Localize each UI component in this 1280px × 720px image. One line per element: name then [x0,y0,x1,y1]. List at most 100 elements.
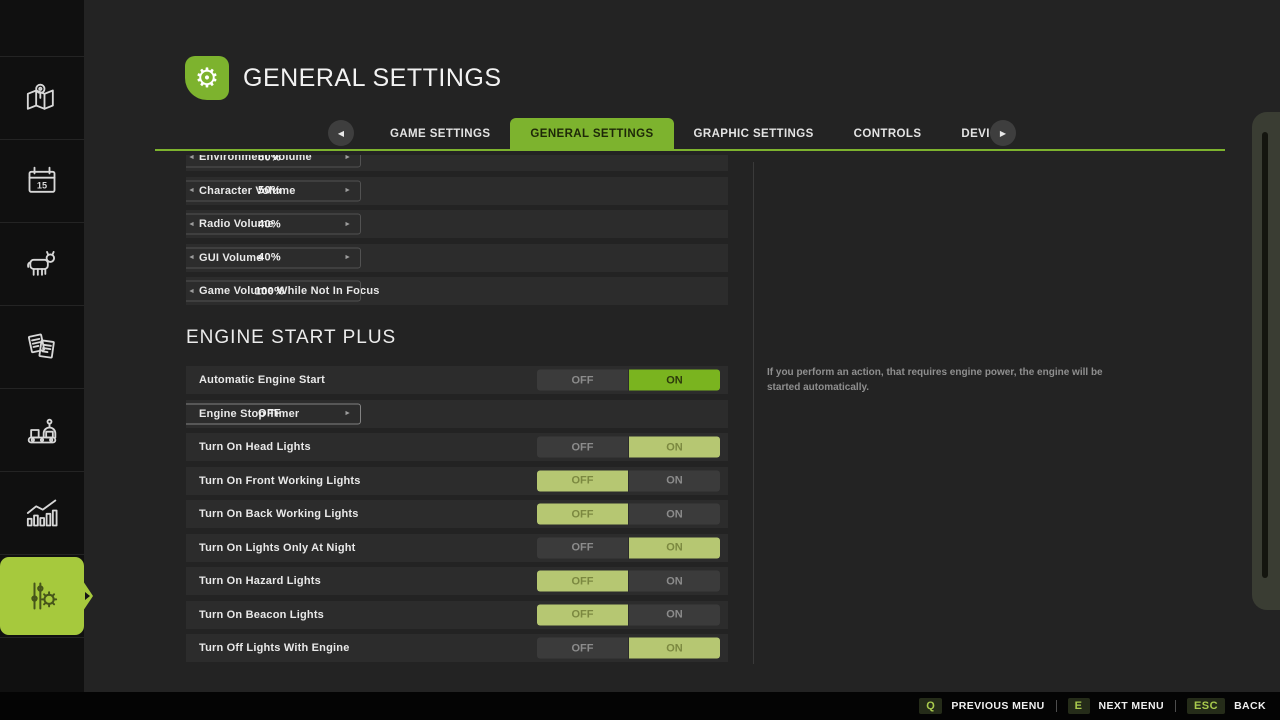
setting-label: Turn Off Lights With Engine [199,642,350,654]
footer-hint[interactable]: ESC BACK [1187,698,1266,714]
setting-label: Turn On Back Working Lights [199,508,359,520]
sidebar-filler [0,638,84,691]
documents-icon [22,327,62,367]
setting-label: Turn On Lights Only At Night [199,542,356,554]
tab[interactable]: DEVICES [941,118,1034,150]
toggle-on-button[interactable]: ON [629,571,720,592]
settings-row: Turn On Beacon Lights ◄ ► OFF ON [186,601,728,629]
stepper-decrease-icon[interactable]: ◄ [188,221,195,228]
settings-row: Character Volume ◄ 50% ► OFF ON [186,177,728,205]
stepper-increase-icon[interactable]: ► [344,410,351,417]
key-badge: E [1068,698,1090,714]
tab-label: GRAPHIC SETTINGS [694,128,814,140]
toggle-off-button[interactable]: OFF [537,571,628,592]
stepper-value: OFF [258,408,281,420]
tab[interactable]: CONTROLS [834,118,942,150]
settings-row: Environment Volume ◄ 60% ► OFF ON [186,155,728,171]
toggle-control: OFF ON [537,470,720,491]
toggle-control: OFF ON [537,437,720,458]
stepper-increase-icon[interactable]: ► [344,155,351,161]
toggle-off-button[interactable]: OFF [537,470,628,491]
toggle-control: OFF ON [537,370,720,391]
calendar-day-label: 15 [37,181,47,191]
footer-hint-label: PREVIOUS MENU [951,700,1044,712]
stepper-control[interactable]: ◄ OFF ► [186,403,361,424]
page-icon: ⚙ [185,56,229,100]
tab[interactable]: GRAPHIC SETTINGS [674,118,834,150]
toggle-control: OFF ON [537,537,720,558]
toggle-off-button[interactable]: OFF [537,370,628,391]
stepper-control[interactable]: ◄ 40% ► [186,247,361,268]
cow-icon [22,244,62,284]
sidebar: 15 [0,0,84,692]
stepper-decrease-icon[interactable]: ◄ [188,155,195,161]
sidebar-item-animals[interactable] [0,223,84,306]
tabs-previous-button[interactable]: ◀ [328,120,354,146]
toggle-off-button[interactable]: OFF [537,604,628,625]
toggle-on-button[interactable]: ON [629,370,720,391]
key-badge: Q [919,698,942,714]
general-settings-screen: 15 [0,0,1280,720]
settings-row: Turn On Hazard Lights ◄ ► OFF ON [186,567,728,595]
sidebar-item-calendar[interactable]: 15 [0,140,84,223]
footer-hint-label: BACK [1234,700,1266,712]
separator [1175,700,1176,712]
stepper-increase-icon[interactable]: ► [344,254,351,261]
toggle-off-button[interactable]: OFF [537,537,628,558]
toggle-on-button[interactable]: ON [629,504,720,525]
setting-description: If you perform an action, that requires … [767,366,1119,395]
setting-label: Turn On Beacon Lights [199,609,324,621]
settings-row: Game Volume While Not In Focus ◄ 100% ► … [186,277,728,305]
stepper-decrease-icon[interactable]: ◄ [188,254,195,261]
stepper-decrease-icon[interactable]: ◄ [188,187,195,194]
gear-icon: ⚙ [195,63,219,94]
sidebar-item-map[interactable] [0,57,84,140]
toggle-on-button[interactable]: ON [629,638,720,659]
toggle-off-button[interactable]: OFF [537,504,628,525]
stepper-value: 60% [258,155,281,163]
toggle-on-button[interactable]: ON [629,537,720,558]
tab-underline [155,149,1225,151]
sidebar-item-settings[interactable] [0,555,84,638]
tabs-next-button[interactable]: ▶ [990,120,1016,146]
stepper-control[interactable]: ◄ 40% ► [186,214,361,235]
stepper-control[interactable]: ◄ 60% ► [186,155,361,168]
toggle-on-button[interactable]: ON [629,604,720,625]
setting-label: Turn On Hazard Lights [199,575,321,587]
stepper-value: 40% [258,252,281,264]
sidebar-item-contracts[interactable] [0,306,84,389]
settings-row: Automatic Engine Start ◄ ► OFF ON [186,366,728,394]
tab[interactable]: GENERAL SETTINGS [510,118,673,150]
volume-settings-list: Environment Volume ◄ 60% ► OFF ON Charac… [186,155,728,305]
setting-label: Turn On Front Working Lights [199,475,361,487]
toggle-on-button[interactable]: ON [629,470,720,491]
stepper-increase-icon[interactable]: ► [344,221,351,228]
settings-row: GUI Volume ◄ 40% ► OFF ON [186,244,728,272]
toggle-off-button[interactable]: OFF [537,638,628,659]
vertical-divider [753,162,754,664]
chevron-left-icon: ◀ [338,129,344,138]
stepper-value: 50% [258,185,281,197]
production-icon [22,410,62,450]
toggle-off-button[interactable]: OFF [537,437,628,458]
setting-label: Automatic Engine Start [199,374,325,386]
stepper-decrease-icon[interactable]: ◄ [188,288,195,295]
toggle-on-button[interactable]: ON [629,437,720,458]
setting-label: Turn On Head Lights [199,441,311,453]
scrollbar[interactable] [1252,112,1280,610]
stepper-increase-icon[interactable]: ► [344,187,351,194]
footer-hint-bar: Q PREVIOUS MENU E NEXT MENU ESC BACK [0,692,1280,720]
stepper-control[interactable]: ◄ 100% ► [186,281,361,302]
sidebar-item-statistics[interactable] [0,472,84,555]
stepper-control[interactable]: ◄ 50% ► [186,180,361,201]
footer-hint[interactable]: E NEXT MENU [1068,698,1187,714]
tab[interactable]: GAME SETTINGS [370,118,510,150]
toggle-control: OFF ON [537,638,720,659]
page-title: GENERAL SETTINGS [243,56,502,100]
scrollbar-track[interactable] [1262,132,1268,578]
footer-hint[interactable]: Q PREVIOUS MENU [919,698,1067,714]
settings-panel: Environment Volume ◄ 60% ► OFF ON Charac… [186,155,728,692]
toggle-control: OFF ON [537,571,720,592]
sidebar-item-production[interactable] [0,389,84,472]
settings-row: Turn On Front Working Lights ◄ ► OFF ON [186,467,728,495]
